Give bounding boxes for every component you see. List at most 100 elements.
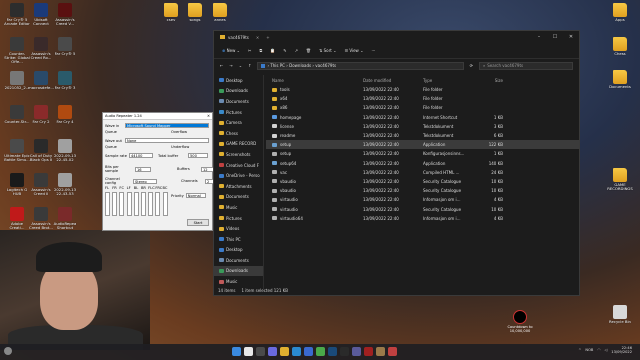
edge-icon[interactable] (292, 347, 301, 356)
nav-item[interactable]: Attachments (214, 181, 263, 192)
search-taskbar-icon[interactable] (244, 347, 253, 356)
explorer-taskbar-icon[interactable] (280, 347, 289, 356)
teams-icon[interactable] (268, 347, 277, 356)
more-options-icon[interactable]: ··· (371, 48, 375, 53)
weather-widget[interactable] (4, 347, 12, 355)
nav-item[interactable]: Music (214, 202, 263, 213)
store-icon[interactable] (304, 347, 313, 356)
desktop-folder-game-recordings[interactable]: GAME RECORDINGS (606, 168, 634, 191)
file-row[interactable]: vac 13/09/2022 22:40 Compiled HTML ... 24 K… (266, 168, 579, 177)
tab-close-icon[interactable]: ✕ (256, 35, 259, 40)
language-indicator[interactable]: NOB (585, 348, 593, 352)
desktop-shortcut[interactable]: Far Cry® 5 (51, 37, 79, 56)
channel-config-select[interactable]: Stereo (133, 178, 157, 184)
wave-in-select[interactable]: Microsoft Sound Mapper (125, 123, 209, 128)
volume-icon[interactable]: ◁ (605, 348, 608, 352)
file-row[interactable]: virtaudio 13/09/2022 22:40 Informasjon om … (266, 195, 579, 204)
bits-per-sample-select[interactable]: 16 (135, 166, 151, 172)
maximize-button[interactable]: ☐ (547, 31, 563, 43)
desktop-folder-annes[interactable]: annes (206, 3, 234, 22)
audio-repeater-titlebar[interactable]: Audio Repeater 1.24 ✕ (103, 113, 212, 120)
desktop-shortcut[interactable]: AudioRepea Shortcut (51, 207, 79, 230)
nav-item[interactable]: Desktop (214, 245, 263, 256)
address-bar[interactable]: › This PC › Downloads › vac4679ts (257, 61, 464, 70)
obs-taskbar-icon[interactable] (340, 347, 349, 356)
file-row[interactable]: x86 13/09/2022 22:40 File folder (266, 103, 579, 112)
file-row[interactable]: x64 13/09/2022 22:40 File folder (266, 94, 579, 103)
column-type[interactable]: Type (423, 78, 477, 83)
file-row[interactable]: readme 13/09/2022 22:40 Tekstdokument 6 KB (266, 131, 579, 140)
close-button[interactable]: ✕ (563, 31, 579, 43)
desktop-folder-songs[interactable]: songs (181, 3, 209, 22)
desktop-shortcut[interactable]: Far Cry® 3 (51, 71, 79, 90)
refresh-icon[interactable]: ⟳ (470, 63, 473, 68)
paste-icon[interactable]: 📋 (270, 48, 275, 53)
file-row[interactable]: homepage 13/09/2022 22:40 Internet Shortcu… (266, 113, 579, 122)
new-button[interactable]: ⊕ New ⌄ (222, 48, 240, 53)
wifi-icon[interactable]: ◠ (597, 348, 600, 352)
total-buffer-field[interactable]: 500 (188, 153, 208, 158)
audio-repeater-window[interactable]: Audio Repeater 1.24 ✕ Wave in Microsoft … (102, 112, 219, 231)
column-date[interactable]: Date modified (363, 78, 423, 83)
nav-item[interactable]: Documents (214, 192, 263, 203)
app-icon[interactable] (364, 347, 373, 356)
task-view-icon[interactable] (256, 347, 265, 356)
file-explorer-window[interactable]: vac4679ts ✕ + – ☐ ✕ ⊕ New ⌄ ✂ ⧉ 📋 ✎ ↗ 🗑 … (213, 30, 580, 296)
recent-icon[interactable]: ⌄ (239, 63, 242, 68)
column-size[interactable]: Size (477, 78, 503, 83)
new-tab-icon[interactable]: + (266, 35, 269, 40)
clock[interactable]: 22:46 13/09/2022 (611, 346, 632, 355)
sample-rate-select[interactable]: 44100 (129, 153, 153, 158)
file-row[interactable]: setup 13/09/2022 22:40 Konfigurasjonsinns.… (266, 149, 579, 158)
close-icon[interactable]: ✕ (207, 114, 210, 118)
nav-item[interactable]: Downloads (214, 86, 263, 97)
desktop-folder-apps[interactable]: Apps (606, 3, 634, 22)
delete-icon[interactable]: 🗑 (306, 48, 311, 53)
start-button[interactable]: Start (187, 219, 209, 226)
up-icon[interactable]: ↑ (248, 63, 251, 68)
share-icon[interactable]: ↗ (295, 48, 298, 53)
nav-item[interactable]: Downloads (214, 265, 263, 277)
nav-item[interactable]: Camera (214, 117, 263, 128)
desktop-folder-chess[interactable]: Chess (606, 37, 634, 56)
desktop-folder-documents[interactable]: Documents (606, 70, 634, 89)
desktop-shortcut[interactable]: Far Cry 4 (51, 105, 79, 124)
file-row[interactable]: tools 13/09/2022 22:40 File folder (266, 85, 579, 94)
forward-icon[interactable]: → (229, 63, 232, 68)
steam-taskbar-icon[interactable] (328, 347, 337, 356)
file-row[interactable]: vbaudio 13/09/2022 22:40 Security Catalogu… (266, 186, 579, 195)
nav-item[interactable]: Screenshots (214, 149, 263, 160)
desktop-shortcut[interactable]: 2022-09-13 22-45-02 (51, 139, 79, 162)
desktop-shortcut[interactable]: 2022-09-13 22-43-53 (51, 173, 79, 196)
file-row[interactable]: setup 13/09/2022 22:40 Application 122 KB (266, 140, 579, 150)
column-name[interactable]: Name (266, 78, 363, 83)
explorer-tab[interactable]: vac4679ts ✕ + (214, 31, 579, 43)
nav-item[interactable]: Documents (214, 255, 263, 266)
sort-button[interactable]: ⇅ Sort ⌄ (319, 48, 336, 53)
cut-icon[interactable]: ✂ (248, 48, 251, 53)
nav-item[interactable]: OneDrive - Perso (214, 170, 263, 181)
app-icon[interactable] (376, 347, 385, 356)
nav-item[interactable]: Videos (214, 223, 263, 234)
copy-icon[interactable]: ⧉ (259, 48, 262, 53)
nav-item[interactable]: Documents (214, 96, 263, 107)
file-row[interactable]: vbaudio 13/09/2022 22:40 Security Catalogu… (266, 177, 579, 186)
file-row[interactable]: virtaudio64 13/09/2022 22:40 Informasjon o… (266, 214, 579, 223)
file-row[interactable]: setup64 13/09/2022 22:40 Application 140 KB (266, 159, 579, 168)
chevron-up-icon[interactable]: ^ (578, 348, 581, 352)
audio-repeater-taskbar-icon[interactable] (388, 347, 397, 356)
start-icon[interactable] (232, 347, 241, 356)
nav-item[interactable]: Chess (214, 128, 263, 139)
priority-select[interactable]: Normal (185, 193, 206, 198)
wave-out-select[interactable]: None (125, 138, 209, 143)
search-input[interactable]: ⌕ Search vac4679ts (479, 61, 573, 70)
nav-item[interactable]: Desktop (214, 75, 263, 86)
desktop-recycle-bin[interactable]: Recycle Bin (606, 305, 634, 324)
view-button[interactable]: ☰ View ⌄ (344, 48, 363, 53)
nav-item[interactable]: Pictures (214, 107, 263, 118)
discord-icon[interactable] (352, 347, 361, 356)
nav-item[interactable]: This PC (214, 234, 263, 245)
rename-icon[interactable]: ✎ (283, 48, 286, 53)
back-icon[interactable]: ← (220, 63, 223, 68)
nav-item[interactable]: Pictures (214, 213, 263, 224)
